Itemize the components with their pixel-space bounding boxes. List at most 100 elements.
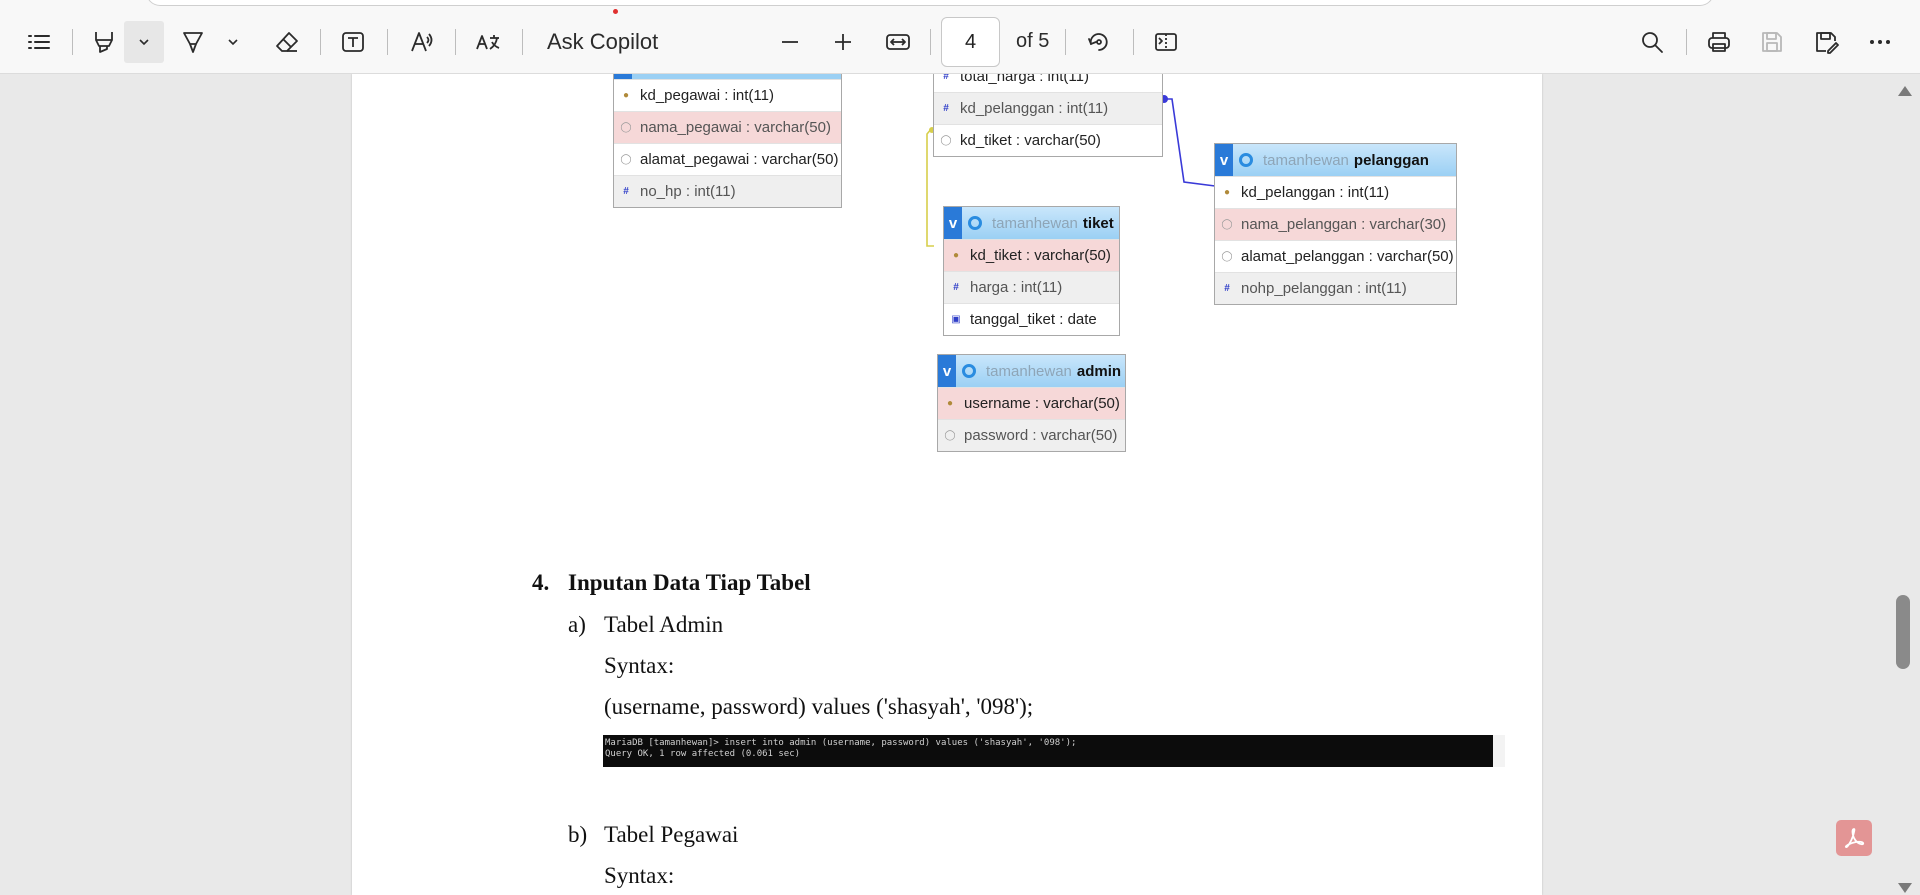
draw-options-dropdown[interactable]	[219, 21, 247, 63]
field-label: password : varchar(50)	[964, 427, 1118, 444]
field-label: nama_pelanggan : varchar(30)	[1241, 216, 1447, 233]
acrobat-button[interactable]	[1836, 820, 1872, 856]
save-as-icon	[1816, 32, 1839, 54]
zoom-out-button[interactable]	[769, 21, 811, 63]
fit-to-width-button[interactable]	[877, 21, 919, 63]
number-field-icon: #	[953, 282, 959, 293]
zoom-in-button[interactable]	[822, 21, 864, 63]
gear-icon[interactable]	[962, 364, 976, 378]
field-label: nohp_pelanggan : int(11)	[1241, 280, 1407, 297]
save-as-button[interactable]	[1805, 21, 1847, 63]
table-transaksi[interactable]: # total_harga : int(11) # kd_pelanggan : i…	[933, 74, 1163, 157]
toolbar-separator	[522, 29, 523, 55]
print-button[interactable]	[1698, 21, 1740, 63]
minus-icon	[782, 41, 798, 43]
table-row: # nohp_pelanggan : int(11)	[1215, 272, 1456, 304]
scroll-up-arrow[interactable]	[1898, 86, 1912, 96]
more-options-button[interactable]	[1859, 21, 1901, 63]
date-field-icon: ▣	[951, 314, 961, 325]
field-label: total_harga : int(11)	[960, 74, 1089, 85]
table-name: tiket	[1082, 214, 1114, 232]
view-toggle[interactable]: v	[1215, 144, 1233, 176]
table-pegawai[interactable]: ● kd_pegawai : int(11) ◯ nama_pegawai : va…	[613, 74, 842, 208]
plus-icon	[835, 34, 851, 50]
save-button[interactable]	[1751, 21, 1793, 63]
search-button[interactable]	[1631, 21, 1673, 63]
key-icon: ●	[1223, 187, 1231, 198]
search-icon	[1642, 32, 1663, 53]
document-viewport[interactable]: ● kd_pegawai : int(11) ◯ nama_pegawai : va…	[0, 74, 1920, 895]
key-icon: ●	[952, 250, 960, 261]
ask-copilot-label: Ask Copilot	[547, 29, 659, 54]
eraser-icon	[276, 32, 298, 52]
pdf-toolbar: Ask Copilot of 5	[0, 0, 1920, 74]
field-label: alamat_pegawai : varchar(50)	[640, 151, 839, 168]
ask-copilot-button[interactable]: Ask Copilot	[547, 21, 658, 63]
table-row: ◯ alamat_pelanggan : varchar(50)	[1215, 240, 1456, 272]
subsection-title: Tabel Admin	[604, 612, 724, 637]
number-field-icon: #	[943, 74, 949, 82]
list-marker: b)	[568, 822, 588, 847]
table-header: v tamanhewan pelanggan	[1215, 144, 1456, 176]
gear-icon[interactable]	[968, 216, 982, 230]
table-of-contents-button[interactable]	[18, 21, 60, 63]
rotate-button[interactable]	[1078, 21, 1120, 63]
number-field-icon: #	[623, 186, 629, 197]
view-toggle[interactable]: v	[938, 355, 956, 387]
terminal-border	[1493, 735, 1505, 767]
toolbar-separator	[387, 29, 388, 55]
add-text-button[interactable]	[332, 21, 374, 63]
table-row: # total_harga : int(11)	[934, 74, 1162, 92]
table-header: v tamanhewan admin	[938, 355, 1125, 387]
table-row: ● kd_pelanggan : int(11)	[1215, 176, 1456, 208]
field-label: no_hp : int(11)	[640, 183, 736, 200]
terminal-line: MariaDB [tamanhewan]> insert into admin …	[605, 738, 1077, 748]
view-toggle[interactable]: v	[944, 207, 962, 239]
page-view-button[interactable]	[1145, 21, 1187, 63]
toolbar-separator	[1686, 29, 1687, 55]
field-label: kd_pelanggan : int(11)	[960, 100, 1109, 117]
list-marker: a)	[568, 612, 586, 637]
vertical-scrollbar[interactable]	[1890, 74, 1920, 895]
field-label: username : varchar(50)	[964, 395, 1120, 412]
field-label: kd_tiket : varchar(50)	[970, 247, 1111, 264]
translate-button[interactable]	[467, 21, 509, 63]
highlight-options-dropdown[interactable]	[124, 21, 164, 63]
table-name: admin	[1076, 362, 1122, 380]
page-number-input[interactable]	[941, 17, 1000, 67]
acrobat-icon	[1844, 828, 1865, 848]
table-row: # no_hp : int(11)	[614, 175, 841, 207]
read-aloud-button[interactable]	[401, 21, 443, 63]
field-label: harga : int(11)	[970, 279, 1063, 296]
field-label: kd_tiket : varchar(50)	[960, 132, 1101, 149]
table-admin[interactable]: v tamanhewan admin ● username : varchar(5…	[937, 354, 1126, 452]
pen-icon	[183, 32, 203, 53]
table-row: ◯ password : varchar(50)	[938, 419, 1125, 451]
erase-button[interactable]	[266, 21, 308, 63]
schema-name: tamanhewan	[992, 214, 1078, 232]
section-heading: 4. Inputan Data Tiap Tabel	[532, 570, 811, 596]
syntax-label: Syntax:	[604, 653, 675, 678]
table-tiket[interactable]: v tamanhewan tiket ● kd_tiket : varchar(5…	[943, 206, 1120, 336]
printer-icon	[1708, 32, 1730, 52]
text-field-icon: ◯	[620, 122, 632, 133]
save-icon	[1762, 32, 1782, 52]
draw-button[interactable]	[172, 21, 214, 63]
toolbar-separator	[72, 29, 73, 55]
toolbar-separator	[455, 29, 456, 55]
key-icon: ●	[946, 398, 954, 409]
page-count-label: of 5	[1016, 30, 1050, 52]
field-label: nama_pegawai : varchar(50)	[640, 119, 831, 136]
toolbar-separator	[1133, 29, 1134, 55]
highlight-button[interactable]	[83, 21, 125, 63]
gear-icon[interactable]	[1239, 153, 1253, 167]
table-name: pelanggan	[1353, 151, 1429, 169]
contents-list-icon	[28, 35, 50, 49]
notification-dot	[613, 9, 618, 14]
scroll-thumb[interactable]	[1896, 595, 1910, 669]
scroll-down-arrow[interactable]	[1898, 883, 1912, 893]
table-header: v tamanhewan tiket	[944, 207, 1119, 239]
field-label: kd_pegawai : int(11)	[640, 87, 774, 104]
text-field-icon: ◯	[944, 430, 956, 441]
table-pelanggan[interactable]: v tamanhewan pelanggan ● kd_pelanggan : i…	[1214, 143, 1457, 305]
